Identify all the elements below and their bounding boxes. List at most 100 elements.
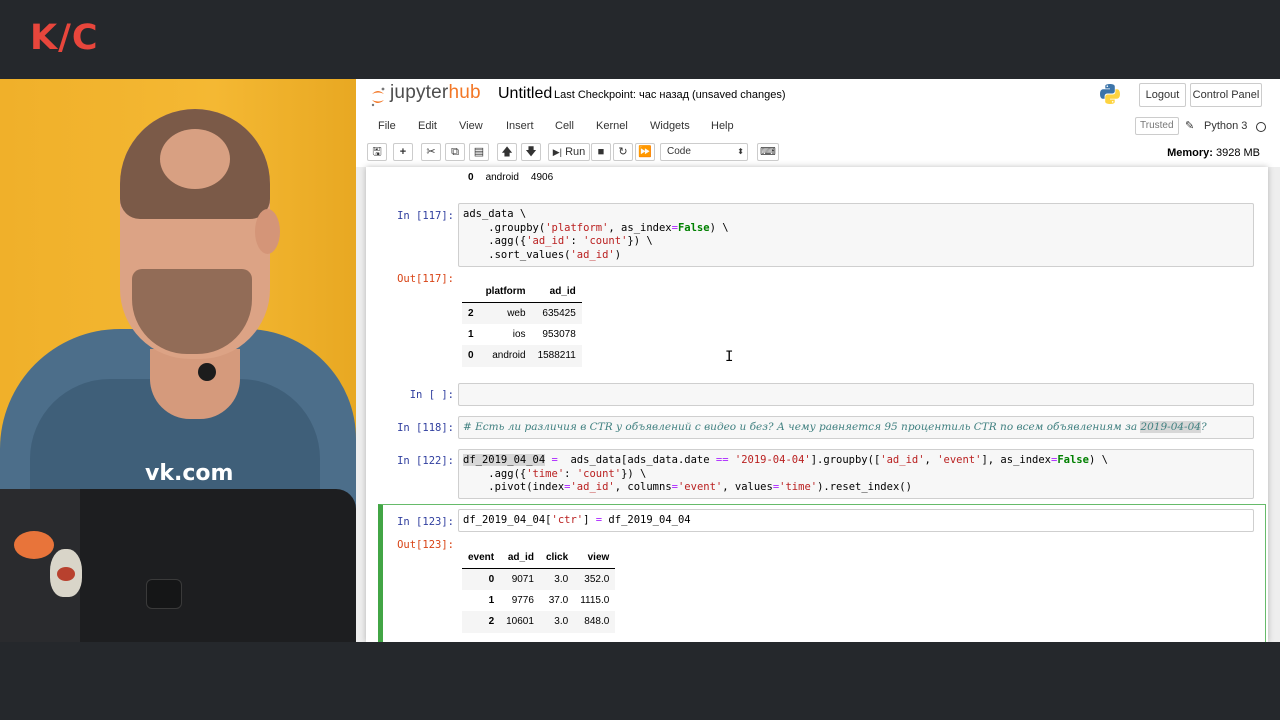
in-prompt-122: In [122]:: [397, 455, 454, 467]
in-prompt-118: In [118]:: [397, 422, 454, 434]
code-cell-123[interactable]: df_2019_04_04['ctr'] = df_2019_04_04: [458, 509, 1254, 532]
fast-forward-icon: ⏩: [638, 146, 652, 158]
logout-button[interactable]: Logout: [1139, 83, 1186, 107]
code-text-122[interactable]: df_2019_04_04 = ads_data[ads_data.date =…: [459, 450, 1253, 499]
presenter-ear: [255, 209, 280, 254]
arrow-up-icon: 🡅: [501, 146, 513, 158]
pencil-icon[interactable]: ✎: [1185, 119, 1194, 132]
column-header: event: [468, 551, 495, 563]
save-button[interactable]: 🖫: [367, 143, 387, 161]
column-header: ad_id: [507, 551, 534, 563]
jupyterhub-logo-text[interactable]: jupyterhub: [390, 82, 481, 104]
in-prompt-123: In [123]:: [397, 516, 454, 528]
code-cell-empty[interactable]: [458, 383, 1254, 406]
row-index: 1: [468, 328, 474, 340]
sticker-face: [57, 567, 75, 581]
notebook-title[interactable]: Untitled: [498, 85, 552, 103]
vk-logo-sticker: [146, 579, 182, 609]
cell-type-select[interactable]: Code ⬍: [660, 143, 748, 161]
table-row: 0 9071 3.0 352.0: [462, 568, 616, 590]
webcam-video: vk.com: [0, 79, 356, 642]
python-logo-icon: [1100, 84, 1120, 104]
run-label: Run: [565, 146, 586, 158]
last-checkpoint: Last Checkpoint: час назад: [554, 89, 690, 101]
interrupt-button[interactable]: ■: [591, 143, 611, 161]
command-palette-button[interactable]: ⌨: [757, 143, 779, 161]
table-row: 2 10601 3.0 848.0: [462, 611, 616, 633]
menu-help[interactable]: Help: [711, 120, 734, 132]
column-header: ad_id: [549, 285, 576, 297]
run-button[interactable]: ▶| Run: [548, 143, 590, 161]
stop-icon: ■: [597, 146, 605, 158]
laptop-sticker: [14, 531, 54, 559]
insert-cell-button[interactable]: +: [393, 143, 413, 161]
table-cell: web: [507, 307, 526, 319]
move-up-button[interactable]: 🡅: [497, 143, 517, 161]
kernel-name[interactable]: Python 3: [1204, 120, 1247, 132]
table-cell: 953078: [542, 328, 576, 340]
memory-usage: Memory: 3928 MB: [1167, 147, 1260, 159]
copy-button[interactable]: ⧉: [445, 143, 465, 161]
plus-icon: +: [399, 146, 407, 158]
table-row: 0 android 1588211: [462, 345, 582, 367]
paste-icon: ▤: [473, 146, 485, 158]
logo-jupyter: jupyter: [390, 82, 449, 103]
cut-button[interactable]: ✂: [421, 143, 441, 161]
menu-widgets[interactable]: Widgets: [650, 120, 690, 132]
table-cell: 352.0: [584, 573, 610, 585]
table-cell: ios: [512, 328, 526, 340]
table-row: 1 9776 37.0 1115.0: [462, 590, 615, 612]
table-header-row: platform ad_id: [462, 281, 582, 302]
code-text-123[interactable]: df_2019_04_04['ctr'] = df_2019_04_04: [459, 510, 1253, 532]
table-cell: 1115.0: [580, 594, 610, 606]
menu-file[interactable]: File: [378, 120, 396, 132]
table-row: 2 web 635425: [462, 302, 582, 324]
code-cell-117[interactable]: ads_data \ .groupby('platform', as_index…: [458, 203, 1254, 267]
logo-hub: hub: [448, 82, 481, 103]
keyboard-icon: ⌨: [760, 146, 776, 158]
menu-view[interactable]: View: [459, 120, 483, 132]
notebook-container[interactable]: 0 android 4906 In [117]: ads_data \ .gro…: [366, 167, 1268, 642]
menu-kernel[interactable]: Kernel: [596, 120, 628, 132]
row-index: 2: [488, 616, 495, 628]
code-text-117[interactable]: ads_data \ .groupby('platform', as_index…: [459, 204, 1253, 266]
code-text-118[interactable]: # Есть ли различия в CTR у объявлений с …: [459, 417, 1253, 439]
row-index: 0: [468, 172, 474, 184]
prev-output-table: 0 android 4906: [462, 167, 560, 189]
menu-cell[interactable]: Cell: [555, 120, 574, 132]
move-down-button[interactable]: 🡇: [521, 143, 541, 161]
table-cell: android: [485, 172, 519, 184]
row-index: 1: [488, 594, 495, 606]
column-header: view: [587, 551, 610, 563]
lapel-mic: [198, 363, 216, 381]
trusted-badge[interactable]: Trusted: [1135, 117, 1179, 135]
table-cell: android: [492, 350, 526, 362]
output-table-117: platform ad_id 2 web 635425 1 ios 953078: [462, 281, 582, 367]
jupyter-logo-icon[interactable]: [370, 85, 386, 109]
table-row: 0 android 4906: [462, 167, 560, 189]
restart-run-all-button[interactable]: ⏩: [635, 143, 655, 161]
table-cell: 3.0: [554, 573, 569, 585]
paste-button[interactable]: ▤: [469, 143, 489, 161]
control-panel-button[interactable]: Control Panel: [1190, 83, 1262, 107]
row-index: 0: [488, 573, 495, 585]
menu-insert[interactable]: Insert: [506, 120, 534, 132]
column-header: platform: [485, 285, 526, 297]
table-cell: 4906: [530, 172, 554, 184]
code-cell-122[interactable]: df_2019_04_04 = ads_data[ads_data.date =…: [458, 449, 1254, 499]
table-cell: 1588211: [537, 350, 576, 362]
out-prompt-123: Out[123]:: [397, 539, 454, 551]
code-cell-118[interactable]: # Есть ли различия в CTR у объявлений с …: [458, 416, 1254, 439]
table-cell: 9776: [511, 594, 534, 606]
hoodie-logo: vk.com: [145, 461, 234, 486]
table-cell: 9071: [511, 573, 534, 585]
presenter-neck: [150, 349, 240, 419]
table-header-row: event ad_id click view: [462, 547, 616, 568]
comment-end: ?: [1200, 421, 1207, 433]
table-cell: 3.0: [554, 616, 569, 628]
menu-edit[interactable]: Edit: [418, 120, 437, 132]
step-forward-icon: ▶|: [552, 147, 562, 157]
toolbar: 🖫 + ✂ ⧉ ▤ 🡅 🡇 ▶| Run ■ ↻ ⏩ Code ⬍ ⌨ Memor…: [356, 141, 1280, 165]
restart-button[interactable]: ↻: [613, 143, 633, 161]
brand-logo: K/C: [30, 18, 99, 58]
